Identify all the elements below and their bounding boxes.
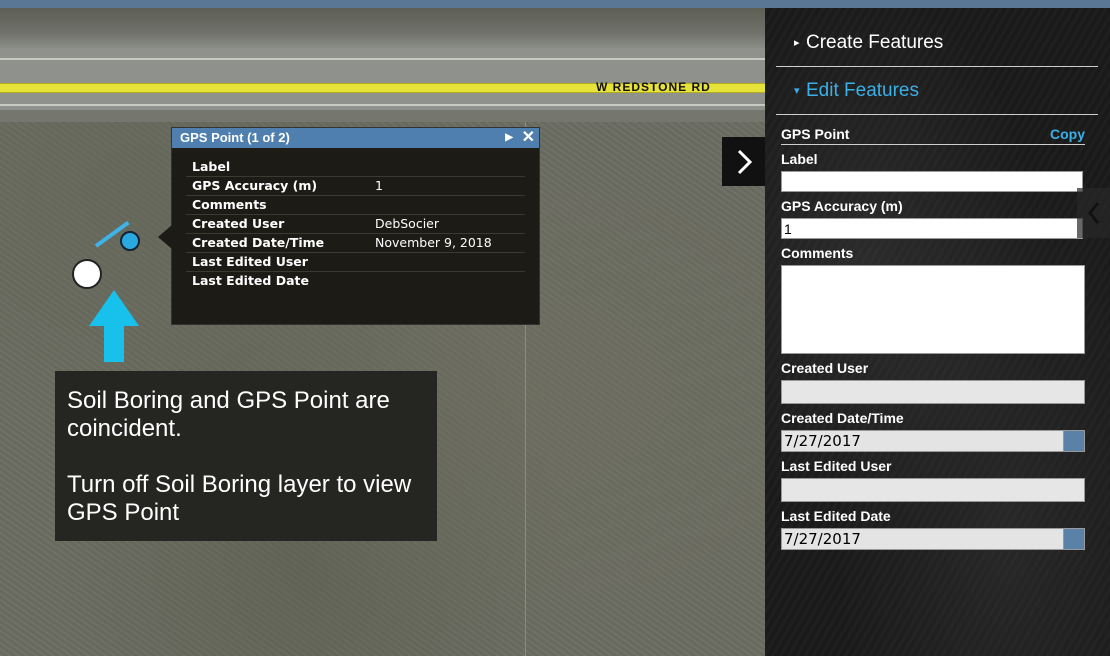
calendar-icon (1063, 529, 1084, 549)
create-features-label: Create Features (806, 32, 944, 53)
attr-value (375, 272, 525, 290)
field-label: Created Date/Time (781, 410, 904, 426)
attr-value (375, 196, 525, 214)
attr-key: Label (192, 159, 231, 174)
created-user-field (781, 380, 1085, 404)
table-row: Created Date/Time November 9, 2018 (186, 234, 525, 253)
gps-point-marker[interactable] (120, 231, 140, 251)
road-edge-line (0, 104, 765, 106)
label-input[interactable] (781, 171, 1083, 192)
attr-key: Comments (192, 197, 267, 212)
attr-value: 1 (375, 178, 383, 193)
edit-features-header[interactable]: ▾ Edit Features (776, 68, 1098, 115)
comments-textarea[interactable] (781, 265, 1085, 354)
popup-title: GPS Point (1 of 2) (180, 130, 290, 145)
edit-features-label: Edit Features (806, 80, 919, 101)
field-label: Label (781, 151, 818, 167)
field-label: Created User (781, 360, 869, 376)
top-bar (0, 0, 1110, 8)
form-title: GPS Point (781, 126, 850, 142)
callout-text: Turn off Soil Boring layer to view GPS P… (67, 471, 412, 526)
created-date-field: 7/27/2017 (781, 430, 1085, 452)
table-row: GPS Accuracy (m) 1 (186, 177, 525, 196)
road-shoulder (0, 110, 765, 122)
last-edited-user-field (781, 478, 1085, 502)
attr-key: GPS Accuracy (m) (192, 178, 318, 193)
chevron-left-icon[interactable] (1077, 188, 1110, 238)
side-panel: ▸ Create Features ▾ Edit Features GPS Poin… (765, 8, 1110, 656)
road-label: W REDSTONE RD (596, 80, 711, 94)
created-date-value: 7/27/2017 (784, 432, 861, 450)
attr-key: Created User (192, 216, 285, 231)
attr-key: Last Edited User (192, 254, 308, 269)
field-label: Last Edited Date (781, 508, 891, 524)
map-view[interactable]: W REDSTONE RD GPS Point (1 of 2) ▶ ✕ Lab… (0, 0, 765, 656)
attr-value: DebSocier (375, 216, 440, 231)
play-icon[interactable]: ▶ (505, 128, 513, 148)
road-edge-line (0, 58, 765, 60)
form-header: GPS Point Copy (781, 124, 1085, 145)
table-row: Created User DebSocier (186, 215, 525, 234)
attr-key: Created Date/Time (192, 235, 325, 250)
popup-attribute-table: Label GPS Accuracy (m) 1 Comments Created… (186, 158, 525, 290)
table-row: Comments (186, 196, 525, 215)
road-bank (0, 8, 765, 48)
chevron-right-icon[interactable] (722, 137, 765, 186)
feature-popup: GPS Point (1 of 2) ▶ ✕ Label GPS Accurac… (158, 127, 540, 325)
annotation-callout: Soil Boring and GPS Point are coincident… (55, 371, 437, 541)
calendar-icon (1063, 431, 1084, 451)
table-row: Label (186, 158, 525, 177)
soil-boring-marker[interactable] (72, 259, 102, 289)
attr-key: Last Edited Date (192, 273, 309, 288)
popup-header: GPS Point (1 of 2) ▶ ✕ (172, 128, 539, 148)
copy-link[interactable]: Copy (1050, 124, 1085, 144)
close-icon[interactable]: ✕ (522, 128, 535, 148)
arrow-shaft (104, 320, 124, 362)
create-features-header[interactable]: ▸ Create Features (776, 20, 1098, 67)
attr-value (375, 158, 525, 176)
caret-down-icon: ▾ (794, 85, 800, 97)
field-label: Last Edited User (781, 458, 892, 474)
edit-form: GPS Point Copy Label GPS Accuracy (m) 1 … (781, 124, 1085, 550)
callout-text: Soil Boring and GPS Point are coincident… (67, 387, 390, 442)
table-row: Last Edited User (186, 253, 525, 272)
field-label: Comments (781, 245, 854, 261)
gps-accuracy-input[interactable]: 1 (781, 218, 1083, 239)
last-edited-date-field: 7/27/2017 (781, 528, 1085, 550)
popup-pointer (158, 225, 172, 249)
field-label: GPS Accuracy (m) (781, 198, 903, 214)
attr-value (375, 253, 525, 271)
table-row: Last Edited Date (186, 272, 525, 290)
caret-right-icon: ▸ (794, 37, 800, 49)
last-edited-date-value: 7/27/2017 (784, 530, 861, 548)
attr-value: November 9, 2018 (375, 235, 492, 250)
